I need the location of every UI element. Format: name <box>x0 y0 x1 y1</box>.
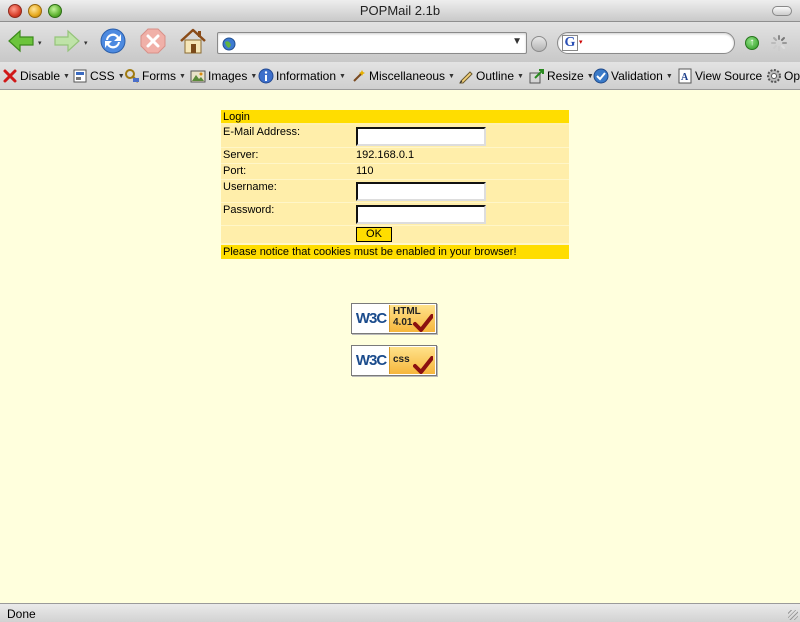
devbar-css-label: CSS <box>90 69 115 83</box>
password-label: Password: <box>223 204 275 216</box>
resize-grip[interactable] <box>788 610 798 620</box>
devbar-options[interactable]: Opt <box>766 67 800 85</box>
ok-button[interactable]: OK <box>356 227 392 242</box>
port-row: Port: 110 <box>221 164 569 180</box>
miscellaneous-icon <box>353 70 365 82</box>
devbar-outline-label: Outline <box>476 69 515 83</box>
search-input[interactable]: G ▾ <box>557 32 735 54</box>
devbar-disable-label: Disable <box>20 69 61 83</box>
devbar-resize-label: Resize <box>547 69 584 83</box>
forward-arrow-icon <box>54 29 80 53</box>
devbar-information[interactable]: Information ▼ <box>258 67 346 85</box>
go-button[interactable] <box>531 36 547 52</box>
css-icon <box>73 69 87 83</box>
port-value: 110 <box>356 165 374 177</box>
disable-icon <box>3 69 17 83</box>
devbar-disable[interactable]: Disable ▼ <box>2 67 70 85</box>
devbar-css[interactable]: CSS ▼ <box>72 67 125 85</box>
devbar-validation[interactable]: Validation ▼ <box>593 67 673 85</box>
server-row: Server: 192.168.0.1 <box>221 148 569 164</box>
server-label: Server: <box>223 149 259 161</box>
stop-icon <box>140 28 166 54</box>
username-field[interactable] <box>356 182 486 201</box>
navigation-toolbar: ▾ ▾ ▼ G ▾ ↑ <box>0 22 800 62</box>
email-row: E-Mail Address: <box>221 125 569 148</box>
password-field[interactable] <box>356 205 486 224</box>
devbar-options-label: Opt <box>784 69 800 83</box>
login-heading: Login <box>221 110 569 125</box>
css-badge-label: css <box>393 354 410 365</box>
images-icon <box>190 70 206 83</box>
devbar-outline[interactable]: Outline ▼ <box>458 67 524 85</box>
devbar-resize[interactable]: Resize ▼ <box>529 67 594 85</box>
back-history-dropdown[interactable]: ▾ <box>38 39 42 47</box>
home-icon <box>180 28 206 54</box>
server-value: 192.168.0.1 <box>356 149 415 161</box>
home-button[interactable] <box>178 26 208 56</box>
svg-text:A: A <box>681 72 689 83</box>
devbar-view-source[interactable]: A View Source <box>677 67 762 85</box>
devbar-miscellaneous-label: Miscellaneous <box>369 69 446 83</box>
options-icon <box>767 69 781 83</box>
port-label: Port: <box>223 165 247 177</box>
web-developer-toolbar: Disable ▼ CSS ▼ Forms ▼ Images ▼ Information… <box>0 62 800 90</box>
back-button[interactable] <box>6 26 36 56</box>
back-arrow-icon <box>8 29 34 53</box>
w3c-html-badge[interactable]: W3C HTML 4.01 <box>351 303 437 334</box>
devbar-images-label: Images <box>208 69 248 83</box>
url-input[interactable]: ▼ <box>217 32 527 54</box>
username-row: Username: <box>221 180 569 203</box>
devbar-validation-label: Validation <box>611 69 663 83</box>
devbar-view-source-label: View Source <box>695 69 763 83</box>
email-field[interactable] <box>356 127 486 146</box>
url-history-dropdown[interactable]: ▼ <box>512 36 522 47</box>
devbar-forms-label: Forms <box>142 69 176 83</box>
outline-icon <box>459 71 473 84</box>
reload-button[interactable] <box>98 26 128 56</box>
submit-row: OK <box>221 226 569 244</box>
devbar-forms[interactable]: Forms ▼ <box>124 67 186 85</box>
forward-button[interactable] <box>52 26 82 56</box>
page-content: Login E-Mail Address: Server: 192.168.0.… <box>0 91 800 603</box>
window-title: POPMail 2.1b <box>359 3 441 18</box>
information-icon <box>258 68 274 84</box>
login-form: Login E-Mail Address: Server: 192.168.0.… <box>221 110 569 259</box>
status-bar: Done <box>0 603 800 622</box>
devbar-images[interactable]: Images ▼ <box>190 67 257 85</box>
cookie-notice: Please notice that cookies must be enabl… <box>221 244 569 259</box>
password-row: Password: <box>221 203 569 226</box>
forms-icon <box>125 69 139 83</box>
loading-throbber-icon <box>771 35 787 51</box>
stop-button[interactable] <box>138 26 168 56</box>
search-go-button[interactable]: ↑ <box>745 36 759 50</box>
checkmark-icon <box>413 314 433 332</box>
checkmark-icon <box>413 356 433 374</box>
w3c-logo: W3C <box>353 305 389 332</box>
username-label: Username: <box>223 181 277 193</box>
toolbar-toggle-button[interactable] <box>772 6 792 16</box>
w3c-logo: W3C <box>353 347 389 374</box>
validation-icon <box>593 68 609 84</box>
devbar-information-label: Information <box>276 69 337 83</box>
reload-icon <box>100 28 126 54</box>
site-globe-icon <box>222 37 236 51</box>
status-text: Done <box>7 607 36 621</box>
forward-history-dropdown[interactable]: ▾ <box>84 39 88 47</box>
search-engine-dropdown[interactable]: ▾ <box>579 38 583 46</box>
w3c-css-badge[interactable]: W3C css <box>351 345 437 376</box>
resize-icon <box>529 69 544 84</box>
search-engine-icon[interactable]: G <box>562 35 578 51</box>
email-label: E-Mail Address: <box>223 126 301 138</box>
window-titlebar: POPMail 2.1b <box>0 0 800 22</box>
devbar-miscellaneous[interactable]: Miscellaneous ▼ <box>351 67 455 85</box>
view-source-icon: A <box>678 68 692 84</box>
